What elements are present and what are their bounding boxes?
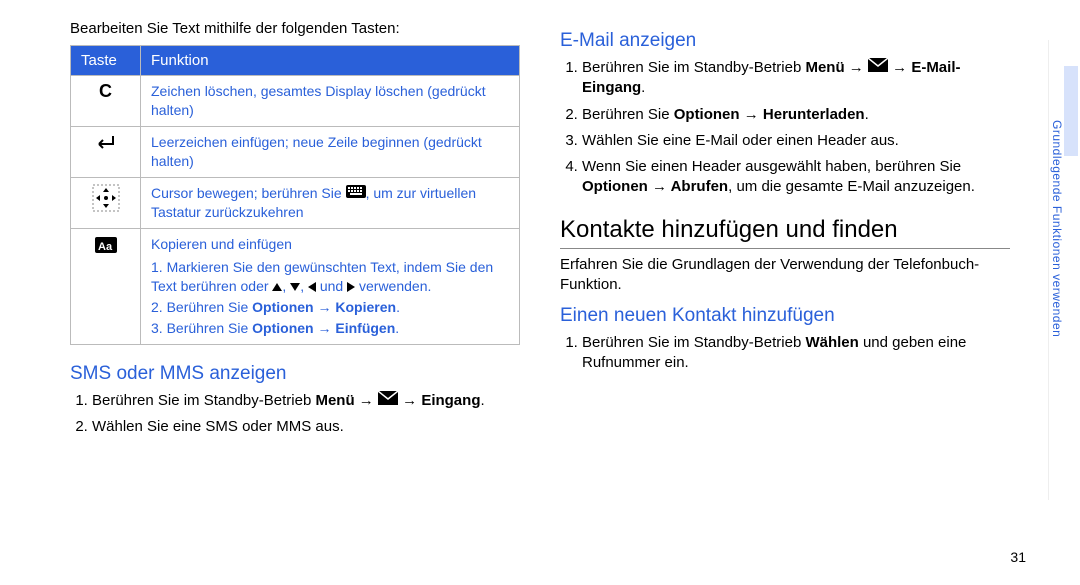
svg-text:C: C: [99, 82, 112, 100]
contacts-list: Berühren Sie im Standby-Betrieb Wählen u…: [560, 333, 1010, 374]
left-triangle-icon: [308, 282, 316, 292]
side-tab-bar: [1064, 66, 1078, 156]
list-item: Berühren Sie Optionen → Herunterladen.: [582, 105, 1010, 125]
enter-key-icon: [71, 126, 141, 177]
list-item: Wählen Sie eine E-Mail oder einen Header…: [582, 131, 1010, 151]
page-number: 31: [1010, 549, 1026, 565]
keyboard-icon: [346, 184, 366, 203]
contacts-sub-heading: Einen neuen Kontakt hinzufügen: [560, 305, 1010, 327]
list-item: Wenn Sie einen Header ausgewählt haben, …: [582, 157, 1010, 198]
list-item: Berühren Sie im Standby-Betrieb Menü → →…: [582, 58, 1010, 99]
contacts-heading: Kontakte hinzufügen und finden: [560, 216, 1010, 249]
email-heading: E-Mail anzeigen: [560, 30, 1010, 52]
th-key: Taste: [71, 46, 141, 76]
up-triangle-icon: [272, 283, 282, 291]
side-tab-label: Grundlegende Funktionen verwenden: [1050, 120, 1064, 337]
keys-table: Taste Funktion C Zeichen löschen, gesamt…: [70, 45, 520, 345]
sms-heading: SMS oder MMS anzeigen: [70, 363, 520, 385]
envelope-icon: [868, 58, 888, 78]
list-item: Wählen Sie eine SMS oder MMS aus.: [92, 417, 520, 437]
svg-text:Aa: Aa: [98, 241, 113, 253]
row1-func: Zeichen löschen, gesamtes Display lösche…: [141, 76, 520, 127]
email-list: Berühren Sie im Standby-Betrieb Menü → →…: [560, 58, 1010, 198]
c-key-icon: C: [71, 76, 141, 127]
down-triangle-icon: [290, 283, 300, 291]
row2-func: Leerzeichen einfügen; neue Zeile beginne…: [141, 126, 520, 177]
row3-func: Cursor bewegen; berühren Sie , um zur vi…: [141, 177, 520, 229]
side-tab: Grundlegende Funktionen verwenden: [1048, 40, 1080, 500]
sms-list: Berühren Sie im Standby-Betrieb Menü → →…: [70, 391, 520, 438]
aa-key-icon: Aa: [71, 229, 141, 344]
row4-func: Kopieren und einfügen 1. Markieren Sie d…: [141, 229, 520, 344]
right-triangle-icon: [347, 282, 355, 292]
intro-text: Bearbeiten Sie Text mithilfe der folgend…: [70, 20, 520, 37]
list-item: Berühren Sie im Standby-Betrieb Menü → →…: [92, 391, 520, 411]
dpad-key-icon: [71, 177, 141, 229]
envelope-icon: [378, 391, 398, 411]
th-func: Funktion: [141, 46, 520, 76]
list-item: Berühren Sie im Standby-Betrieb Wählen u…: [582, 333, 1010, 374]
right-column: E-Mail anzeigen Berühren Sie im Standby-…: [560, 20, 1010, 443]
left-column: Bearbeiten Sie Text mithilfe der folgend…: [70, 20, 520, 443]
contacts-intro: Erfahren Sie die Grundlagen der Verwendu…: [560, 255, 1010, 296]
